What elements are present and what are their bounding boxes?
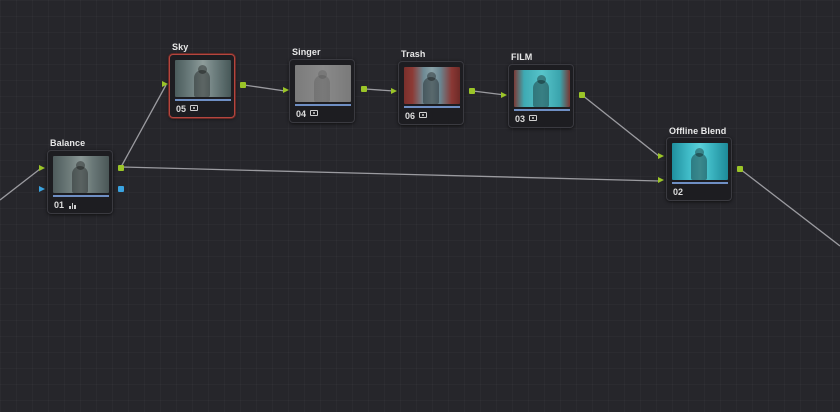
output-port-trash[interactable] — [469, 88, 475, 94]
node-trash[interactable]: 06 — [398, 61, 464, 125]
output-port-balance[interactable] — [118, 165, 124, 171]
adjustment-icon — [419, 112, 427, 118]
input-port-balance[interactable] — [39, 165, 45, 171]
node-sky[interactable]: 05 — [169, 54, 235, 118]
wire-blend-output — [739, 168, 840, 247]
input-port-sky[interactable] — [162, 81, 168, 87]
thumbnail-sky — [175, 60, 231, 97]
wire-sky-singer — [243, 84, 286, 92]
adjustment-icon — [529, 115, 537, 121]
node-number-offline-blend: 02 — [673, 187, 684, 197]
input-port-offline-blend-b[interactable] — [658, 177, 664, 183]
bars-icon — [69, 202, 77, 209]
output-port-singer[interactable] — [361, 86, 367, 92]
node-number-balance: 01 — [54, 200, 65, 210]
output-port-film[interactable] — [579, 92, 585, 98]
output-port-sky[interactable] — [240, 82, 246, 88]
wire-singer-trash — [364, 88, 395, 92]
node-label-trash: Trash — [401, 49, 426, 59]
node-label-film: FILM — [511, 52, 533, 62]
node-label-offline-blend: Offline Blend — [669, 126, 727, 136]
node-balance[interactable]: 01 — [47, 150, 113, 214]
adjustment-icon — [310, 110, 318, 116]
key-input-port-balance[interactable] — [39, 186, 45, 192]
node-number-film: 03 — [515, 114, 526, 124]
node-label-sky: Sky — [172, 42, 189, 52]
wire-balance-blend — [120, 166, 661, 182]
thumbnail-balance — [53, 156, 109, 193]
thumbnail-trash — [404, 67, 460, 104]
node-number-sky: 05 — [176, 104, 187, 114]
thumbnail-singer — [295, 65, 351, 102]
output-port-offline-blend[interactable] — [737, 166, 743, 172]
adjustment-icon — [190, 105, 198, 111]
input-port-trash[interactable] — [391, 88, 397, 94]
thumbnail-offline-blend — [672, 143, 728, 180]
wire-film-blend — [581, 94, 661, 158]
node-number-singer: 04 — [296, 109, 307, 119]
node-bar — [514, 109, 570, 111]
node-singer[interactable]: 04 — [289, 59, 355, 123]
node-label-balance: Balance — [50, 138, 86, 148]
node-offline-blend[interactable]: 02 — [666, 137, 732, 201]
node-bar — [295, 104, 351, 106]
wire-balance-sky — [120, 84, 167, 168]
input-port-film[interactable] — [501, 92, 507, 98]
node-film[interactable]: 03 — [508, 64, 574, 128]
node-bar — [404, 106, 460, 108]
input-port-offline-blend-a[interactable] — [658, 153, 664, 159]
wire-input-balance — [0, 168, 41, 201]
node-bar — [672, 182, 728, 184]
node-number-trash: 06 — [405, 111, 416, 121]
key-output-port-balance[interactable] — [118, 186, 124, 192]
node-bar — [175, 99, 231, 101]
node-label-singer: Singer — [292, 47, 321, 57]
thumbnail-film — [514, 70, 570, 107]
input-port-singer[interactable] — [283, 87, 289, 93]
node-bar — [53, 195, 109, 197]
